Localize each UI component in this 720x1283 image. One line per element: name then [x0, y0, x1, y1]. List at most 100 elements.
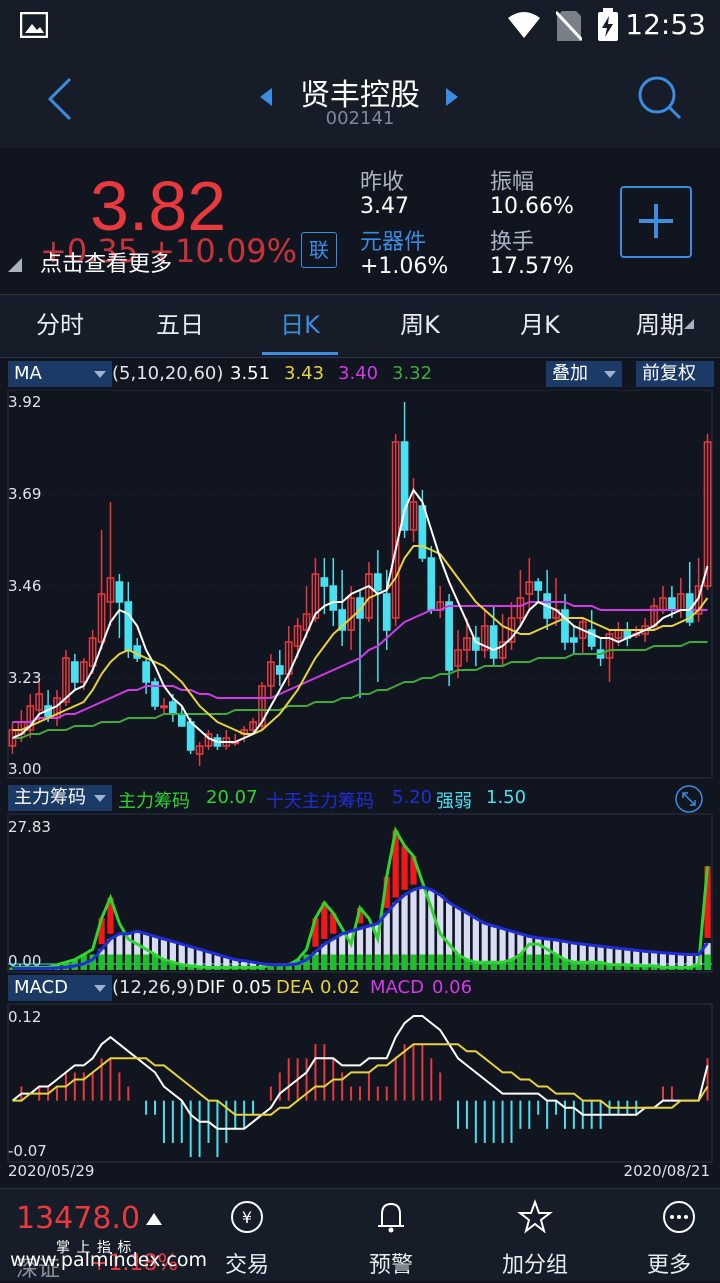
macd-chart-frame [7, 1003, 713, 1163]
plus-icon [639, 204, 673, 238]
ma-selector[interactable]: MA [8, 361, 112, 387]
amplitude-value: 10.66% [490, 194, 574, 219]
candle-body [177, 713, 186, 727]
nav-more[interactable]: 更多 [624, 1189, 720, 1281]
chip-red-bar [401, 845, 408, 890]
chip-green-bar [704, 954, 711, 970]
view-more-hint[interactable]: 点击查看更多 [40, 246, 172, 278]
more-icon [663, 1201, 695, 1233]
tab-intraday[interactable]: 分时 [0, 295, 120, 355]
nav-more-label: 更多 [646, 1253, 691, 1278]
chip-green-bar [401, 954, 408, 970]
candle-body [320, 577, 329, 587]
strength-label: 强弱 [436, 791, 472, 812]
expand-icon[interactable] [674, 784, 704, 814]
tab-daily-k[interactable]: 日K [240, 295, 360, 355]
turnover-label: 换手 [490, 230, 535, 255]
chip-green-bar [107, 954, 114, 970]
chip-green-bar [116, 954, 123, 970]
chip-green-bar [312, 954, 319, 970]
no-sim-icon [556, 10, 582, 42]
ma-params: (5,10,20,60) [112, 363, 224, 384]
chip-green-bar [428, 954, 435, 970]
nav-alert[interactable]: 预警 [336, 1189, 446, 1281]
chip-green-bar [98, 954, 105, 970]
macd-selector[interactable]: MACD [8, 975, 112, 1001]
macd-params: (12,26,9) [112, 977, 195, 998]
chip-green-bar [134, 954, 141, 970]
candle-body [427, 557, 436, 611]
end-date-label: 2020/08/21 [624, 1162, 710, 1180]
candle-body [142, 661, 150, 683]
nav-add-group-label: 加分组 [501, 1253, 568, 1278]
nav-add-group[interactable]: 加分组 [480, 1189, 590, 1281]
start-date-label: 2020/05/29 [8, 1162, 94, 1180]
prev-close-value: 3.47 [360, 194, 409, 219]
chip-green-bar [125, 954, 132, 970]
gallery-icon [20, 12, 48, 38]
macd-value: 0.06 [432, 977, 473, 998]
add-watchlist-button[interactable] [620, 186, 692, 258]
chip-green-bar [383, 954, 390, 970]
search-icon[interactable] [636, 74, 682, 120]
dif-label: DIF [196, 977, 226, 998]
chip-green-bar [143, 954, 150, 970]
chip-green-bar [339, 954, 346, 970]
linked-button[interactable]: 联 [301, 232, 337, 268]
prev-close-label: 昨收 [360, 170, 405, 195]
dea-value: 0.02 [320, 977, 361, 998]
candle-body [160, 705, 168, 709]
sector-change: +1.06% [360, 254, 449, 279]
dea-label: DEA [276, 977, 314, 998]
active-tab-indicator [262, 352, 338, 355]
chip-green-bar [374, 954, 381, 970]
turnover-value: 17.57% [490, 254, 574, 279]
chip-green-bar [321, 954, 328, 970]
candle-body [124, 601, 133, 651]
chip-green-bar [356, 954, 364, 970]
tab-five-day[interactable]: 五日 [120, 295, 240, 355]
adjust-button[interactable]: 前复权 [636, 361, 714, 387]
tab-weekly-k[interactable]: 周K [360, 295, 480, 355]
chip-green-bar [535, 954, 542, 970]
nav-trade-label: 交易 [224, 1253, 269, 1278]
main-chip-value: 20.07 [206, 787, 258, 808]
dif-value: 0.05 [232, 977, 273, 998]
chip-green-bar [330, 954, 337, 970]
chip-selector-label: 主力筹码 [14, 787, 86, 808]
overlay-label: 叠加 [552, 363, 588, 384]
chip-green-bar [437, 954, 444, 970]
candle-body [329, 585, 338, 611]
macd-selector-label: MACD [14, 977, 68, 998]
battery-charging-icon [598, 8, 618, 41]
next-stock-icon[interactable] [444, 86, 460, 108]
trade-icon: ¥ [231, 1201, 263, 1233]
bottom-nav: 13478.0 掌 上 指 标 深证 +1.18% www.palmindex.… [0, 1188, 720, 1282]
tab-monthly-k[interactable]: 月K [480, 295, 600, 355]
corner-triangle-icon [8, 258, 22, 272]
nav-alert-label: 预警 [368, 1253, 413, 1278]
chip-green-bar [392, 954, 399, 970]
tab-period[interactable]: 周期 [600, 295, 720, 355]
price-axis-label: 3.46 [8, 577, 41, 595]
candle-body [418, 505, 427, 559]
chevron-down-icon [94, 985, 106, 992]
candle-body [168, 701, 177, 715]
ten-day-chip-label: 十天主力筹码 [266, 791, 374, 812]
chip-green-bar [526, 954, 533, 970]
ma10-value: 3.43 [284, 363, 325, 384]
sector-label[interactable]: 元器件 [360, 224, 426, 256]
chip-indicator-row: 主力筹码 主力筹码 20.07 十天主力筹码 5.20 强弱 1.50 [0, 782, 720, 814]
overlay-selector[interactable]: 叠加 [546, 361, 622, 387]
candle-body [373, 573, 382, 591]
nav-trade[interactable]: ¥ 交易 [192, 1189, 302, 1281]
macd-label: MACD [370, 977, 424, 998]
chip-selector[interactable]: 主力筹码 [8, 785, 112, 811]
candle-body [70, 661, 79, 683]
dea-line [12, 1043, 709, 1116]
candle-body [382, 593, 391, 631]
quote-panel[interactable]: 3.82 +0.35 +10.09% 点击查看更多 联 昨收 3.47 元器件 … [0, 148, 720, 294]
candle-body [115, 581, 124, 603]
index-ticker[interactable]: 13478.0 掌 上 指 标 深证 +1.18% www.palmindex.… [0, 1189, 207, 1282]
wifi-icon [508, 12, 540, 38]
